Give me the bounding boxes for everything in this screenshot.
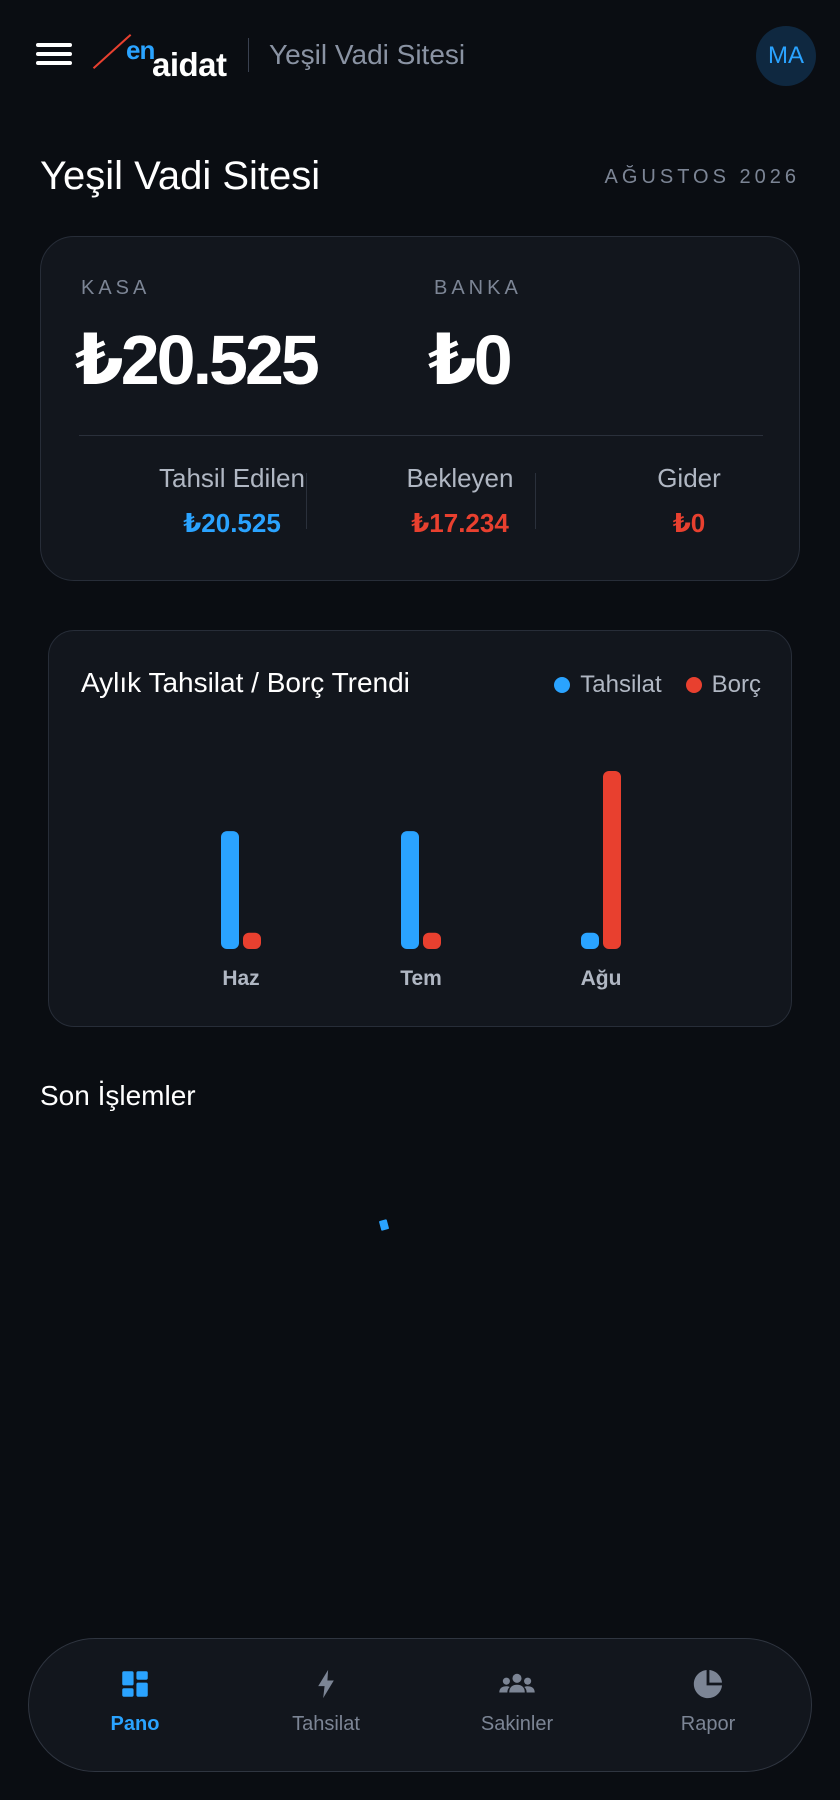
logo-aidat-text: aidat [152, 46, 227, 83]
bottom-nav: Pano Tahsilat Sakinler Rapor [28, 1638, 812, 1772]
card-divider [79, 435, 763, 436]
nav-item-tahsilat[interactable]: Tahsilat [231, 1667, 421, 1736]
bolt-icon [318, 1669, 334, 1699]
stat-divider [535, 473, 536, 529]
expense-stat: Gider ₺0 [575, 463, 803, 539]
header-site-name: Yeşil Vadi Sitesi [269, 39, 466, 70]
recent-transactions-title: Son İşlemler [40, 1080, 196, 1111]
nav-item-pano[interactable]: Pano [40, 1667, 230, 1736]
user-avatar[interactable]: MA [756, 26, 816, 86]
expense-value: ₺0 [672, 508, 706, 538]
period-label: AĞUSTOS 2026 [604, 166, 800, 188]
nav-label-sakinler: Sakinler [480, 1713, 554, 1735]
menu-icon-line [36, 52, 72, 56]
nav-item-rapor[interactable]: Rapor [613, 1667, 803, 1736]
nav-item-sakinler[interactable]: Sakinler [422, 1667, 612, 1736]
x-tick-label: Ağu [581, 967, 622, 990]
people-icon [499, 1673, 535, 1693]
nav-label-rapor: Rapor [680, 1713, 736, 1735]
collected-stat: Tahsil Edilen ₺20.525 [118, 463, 346, 539]
bar-bor-1 [423, 932, 441, 949]
trend-chart-card: Aylık Tahsilat / Borç Trendi Tahsilat Bo… [48, 630, 792, 1027]
menu-icon-line [36, 43, 72, 47]
logo-en-text: en [126, 35, 155, 65]
banka-value: ₺0 [428, 321, 513, 399]
pending-stat: Bekleyen ₺17.234 [346, 463, 574, 539]
dashboard-icon [122, 1671, 148, 1697]
balance-card: KASA ₺20.525 BANKA ₺0 Tahsil Edilen ₺20.… [40, 236, 800, 581]
kasa-label: KASA [81, 277, 151, 299]
nav-label-pano: Pano [110, 1713, 160, 1735]
banka-label: BANKA [434, 277, 522, 299]
menu-icon-line [36, 61, 72, 65]
app-logo[interactable]: aidat en [92, 32, 230, 83]
x-tick-label: Haz [222, 967, 259, 990]
bar-bor-0 [243, 932, 261, 949]
app-header: aidat en Yeşil Vadi Sitesi MA [0, 0, 840, 112]
loading-spinner-icon [378, 1219, 390, 1231]
expense-label: Gider [657, 463, 721, 493]
bar-tahsilat-1 [401, 831, 419, 949]
bar-tahsilat-0 [221, 831, 239, 949]
pending-value: ₺17.234 [411, 508, 509, 538]
kasa-value: ₺20.525 [75, 321, 320, 399]
header-divider [248, 38, 249, 72]
chart-plot: Haz Tem Ağu [221, 771, 622, 990]
pending-label: Bekleyen [406, 463, 514, 493]
x-tick-label: Tem [400, 967, 442, 990]
collected-label: Tahsil Edilen [159, 463, 305, 493]
bar-bor-2 [603, 771, 621, 949]
pie-chart-icon [693, 1669, 723, 1699]
page-title: Yeşil Vadi Sitesi [40, 154, 321, 198]
stat-divider [306, 473, 307, 529]
nav-label-tahsilat: Tahsilat [292, 1713, 360, 1735]
menu-button[interactable] [34, 38, 74, 70]
bar-tahsilat-2 [581, 932, 599, 949]
collected-value: ₺20.525 [183, 508, 281, 538]
